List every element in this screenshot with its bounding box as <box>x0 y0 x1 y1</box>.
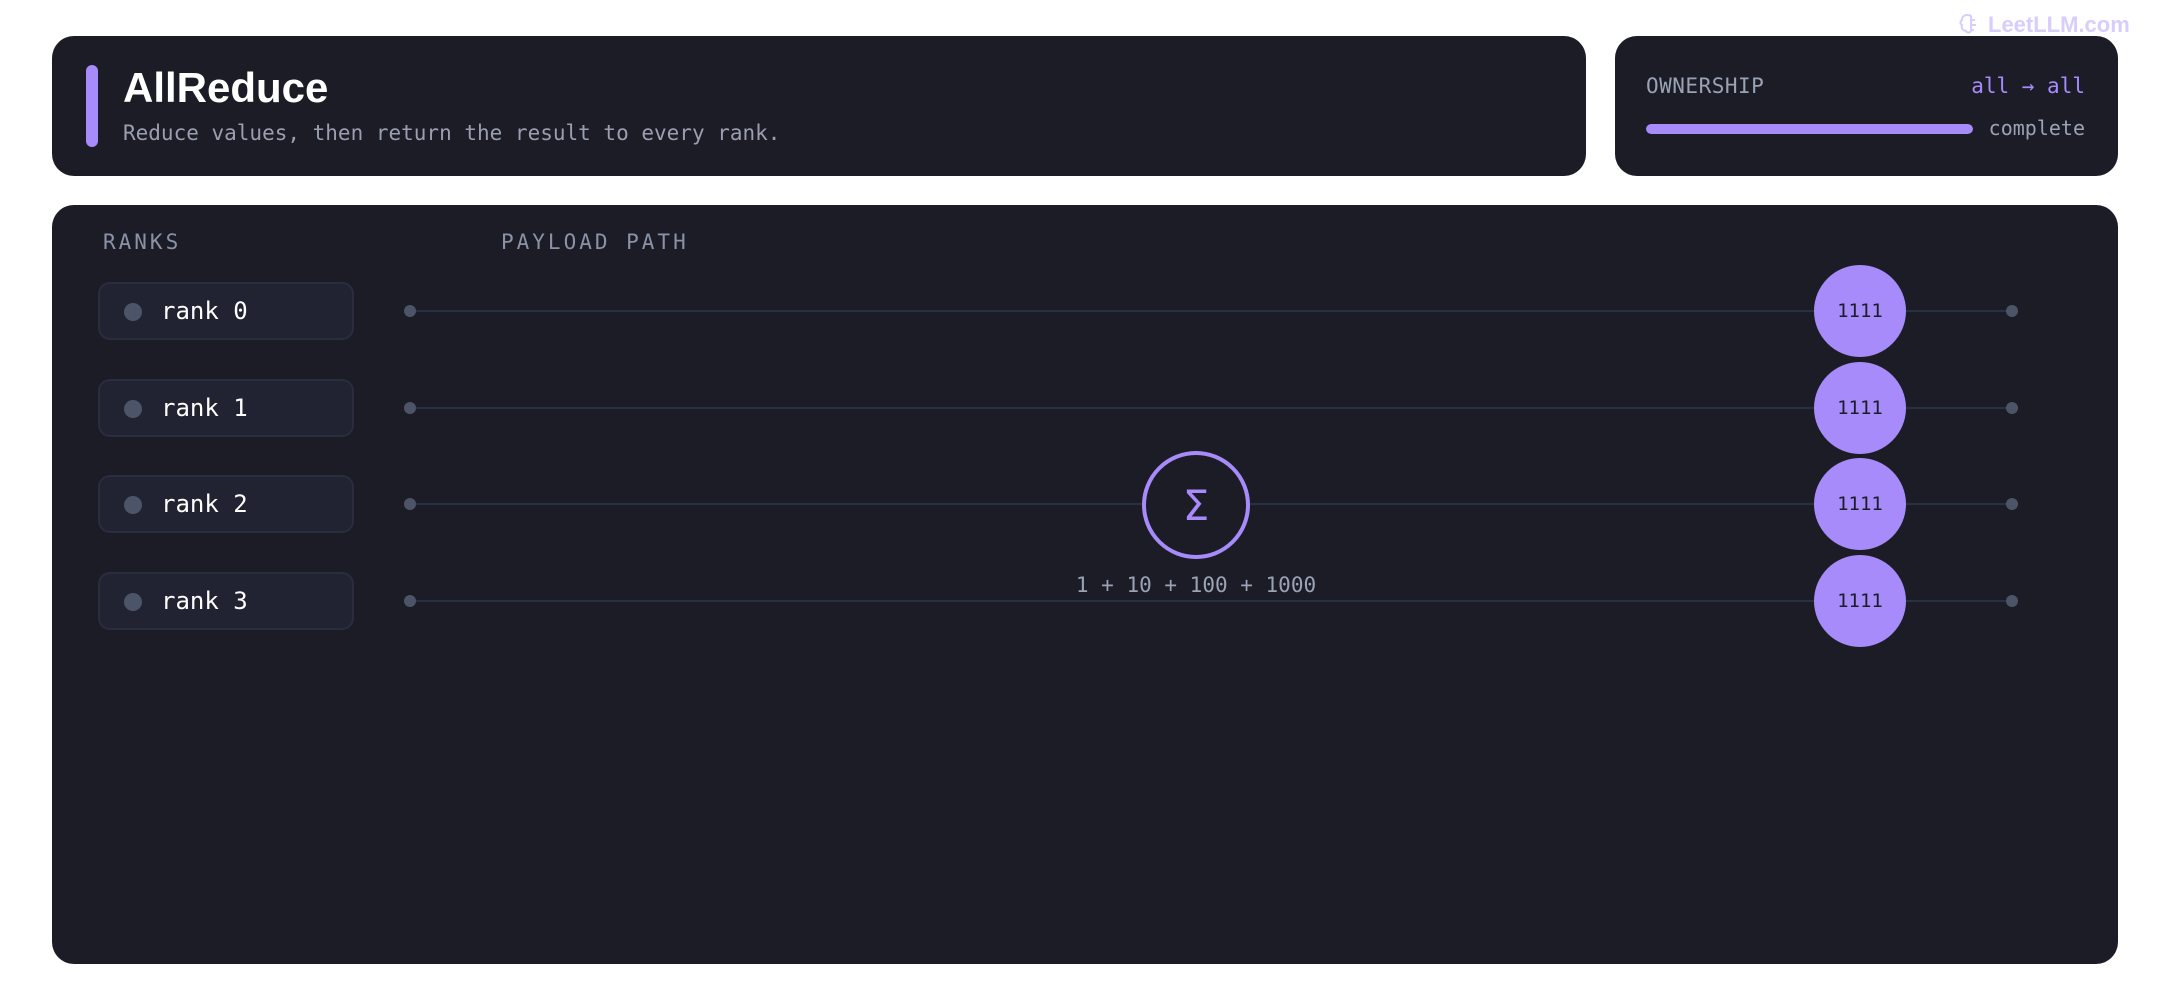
result-badge: 1111 <box>1814 555 1906 647</box>
lane-start-dot <box>404 498 416 510</box>
diagram-card: RANKS PAYLOAD PATH rank 0 rank 1 rank 2 ran… <box>52 205 2118 964</box>
ownership-card: OWNERSHIP all → all complete <box>1615 36 2118 176</box>
lane-end-dot <box>2006 305 2018 317</box>
rank-chip: rank 2 <box>98 475 354 533</box>
rank-chip: rank 0 <box>98 282 354 340</box>
result-badge: 1111 <box>1814 458 1906 550</box>
brain-icon <box>1959 13 1976 34</box>
rank-status-dot <box>124 400 142 418</box>
payload-lane <box>410 407 2016 409</box>
rank-label: rank 3 <box>161 587 248 615</box>
reduce-node: Σ <box>1142 451 1250 559</box>
lane-start-dot <box>404 402 416 414</box>
lane-end-dot <box>2006 498 2018 510</box>
lane-end-dot <box>2006 402 2018 414</box>
rank-label: rank 1 <box>161 394 248 422</box>
rank-chip: rank 3 <box>98 572 354 630</box>
ownership-progress-bar <box>1646 124 1973 134</box>
rank-label: rank 2 <box>161 490 248 518</box>
header-card: AllReduce Reduce values, then return the… <box>52 36 1586 176</box>
rank-label: rank 0 <box>161 297 248 325</box>
ownership-status: complete <box>1988 116 2085 140</box>
ownership-progress-fill <box>1646 124 1973 134</box>
ownership-value: all → all <box>1971 74 2085 98</box>
rank-status-dot <box>124 496 142 514</box>
payload-path-label: PAYLOAD PATH <box>501 230 689 254</box>
page-title: AllReduce <box>123 64 329 111</box>
accent-bar <box>86 65 98 147</box>
watermark-text: LeetLLM.com <box>1988 12 2130 37</box>
result-badge: 1111 <box>1814 362 1906 454</box>
payload-lane <box>410 600 2016 602</box>
lane-end-dot <box>2006 595 2018 607</box>
watermark: LeetLLM.com <box>1958 12 2130 38</box>
rank-status-dot <box>124 303 142 321</box>
payload-lane <box>410 310 2016 312</box>
rank-chip: rank 1 <box>98 379 354 437</box>
lane-start-dot <box>404 595 416 607</box>
ownership-label: OWNERSHIP <box>1646 74 1765 98</box>
rank-status-dot <box>124 593 142 611</box>
lane-start-dot <box>404 305 416 317</box>
reduce-expression: 1 + 10 + 100 + 1000 <box>1075 573 1317 597</box>
ranks-label: RANKS <box>103 230 182 254</box>
sigma-icon: Σ <box>1182 480 1210 530</box>
result-badge: 1111 <box>1814 265 1906 357</box>
page-subtitle: Reduce values, then return the result to… <box>123 121 781 145</box>
